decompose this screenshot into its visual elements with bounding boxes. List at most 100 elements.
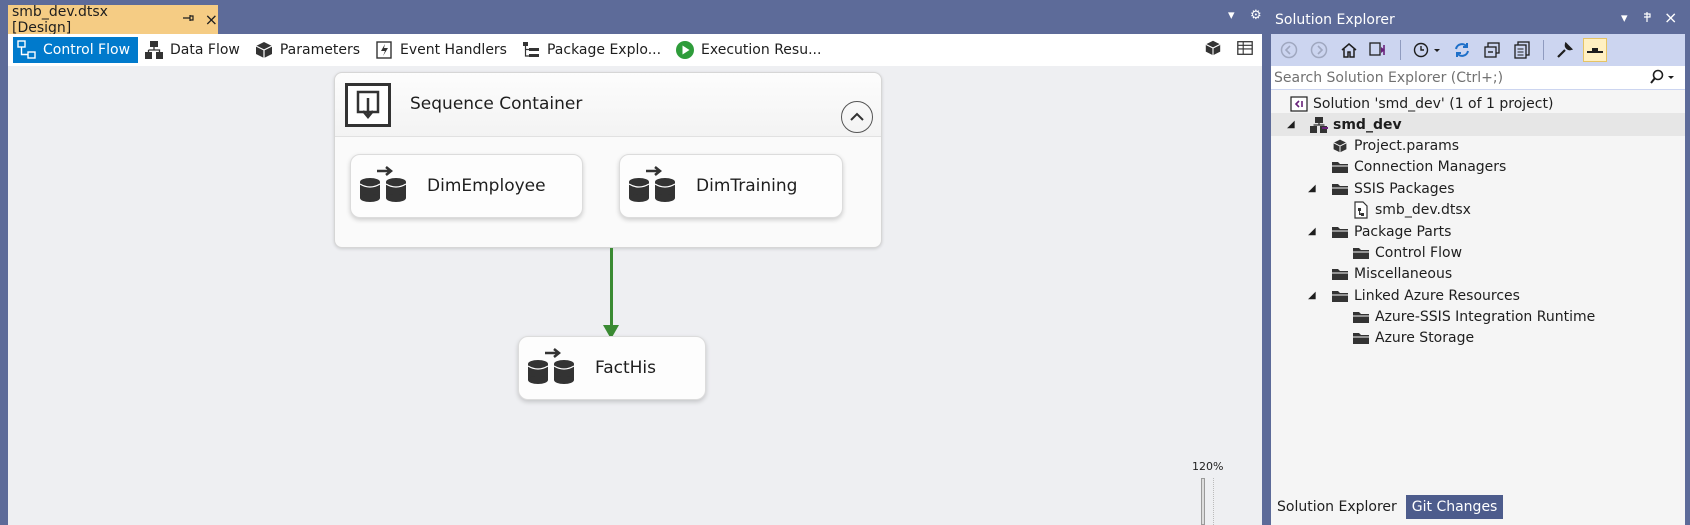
collapse-arrow-icon[interactable]: ◢	[1308, 226, 1316, 237]
preview-selected-items-icon[interactable]	[1583, 38, 1607, 62]
tree-node-package-file[interactable]: smb_dev.dtsx	[1351, 198, 1471, 221]
properties-wrench-icon[interactable]	[1553, 38, 1577, 62]
tab-solution-explorer[interactable]: Solution Explorer	[1271, 495, 1403, 519]
forward-icon[interactable]	[1307, 38, 1331, 62]
toolbar-separator	[1400, 40, 1401, 60]
tree-node-label: Azure Storage	[1375, 329, 1475, 346]
tree-node-label: Control Flow	[1375, 244, 1463, 261]
search-input[interactable]: Search Solution Explorer (Ctrl+;)	[1274, 70, 1503, 86]
solution-icon	[1289, 95, 1309, 113]
variables-icon[interactable]	[1204, 39, 1222, 61]
data-flow-task-icon	[527, 348, 579, 388]
tab-execution-results[interactable]: Execution Resu...	[671, 37, 829, 63]
task-dimemployee[interactable]: DimEmployee	[350, 154, 583, 218]
tab-git-changes[interactable]: Git Changes	[1405, 495, 1504, 519]
folder-icon	[1351, 244, 1371, 262]
tree-node-label: Linked Azure Resources	[1354, 287, 1520, 304]
tab-package-explorer-label: Package Explo...	[546, 42, 662, 58]
task-label: DimTraining	[696, 176, 798, 196]
collapse-arrow-icon[interactable]: ◢	[1308, 183, 1316, 194]
tab-data-flow[interactable]: Data Flow	[140, 37, 248, 63]
parameters-icon	[253, 39, 275, 61]
sequence-container-header: Sequence Container	[335, 73, 881, 137]
control-flow-icon	[16, 39, 38, 61]
tab-event-handlers-label: Event Handlers	[400, 42, 507, 58]
switch-views-icon[interactable]	[1367, 38, 1391, 62]
home-icon[interactable]	[1337, 38, 1361, 62]
pin-icon[interactable]	[1641, 11, 1653, 27]
tree-node-linked-azure-resources[interactable]: Linked Azure Resources	[1330, 284, 1520, 307]
tree-node-azure-ssis-ir[interactable]: Azure-SSIS Integration Runtime	[1351, 305, 1595, 328]
solution-explorer-panel: Solution Explorer ▾ × Search Solution Ex…	[1271, 6, 1685, 525]
tree-node-project[interactable]: smd_dev	[1309, 113, 1402, 136]
zoom-slider-ticks	[1213, 478, 1215, 525]
collapse-arrow-icon[interactable]: ◢	[1308, 290, 1316, 301]
zoom-slider[interactable]	[1201, 478, 1205, 525]
ssis-project-icon	[1309, 116, 1329, 134]
gear-icon[interactable]: ⚙	[1250, 8, 1262, 23]
tree-node-package-parts[interactable]: Package Parts	[1330, 220, 1451, 243]
solution-explorer-titlebar: Solution Explorer ▾ ×	[1271, 6, 1685, 34]
tree-node-project-params[interactable]: Project.params	[1330, 134, 1459, 157]
data-flow-task-icon	[359, 166, 411, 206]
chevron-up-icon	[850, 112, 864, 121]
parameters-icon	[1330, 137, 1350, 155]
toolbar-separator	[1543, 40, 1544, 60]
task-dimtraining[interactable]: DimTraining	[619, 154, 843, 218]
tree-node-label: Connection Managers	[1354, 158, 1507, 175]
folder-icon	[1330, 265, 1350, 283]
tree-node-ssis-packages[interactable]: SSIS Packages	[1330, 177, 1455, 200]
tree-node-label: Miscellaneous	[1354, 265, 1453, 282]
precedence-constraint[interactable]	[610, 248, 613, 328]
close-icon[interactable]: ×	[1664, 8, 1677, 27]
tab-parameters[interactable]: Parameters	[250, 37, 368, 63]
folder-icon	[1351, 308, 1371, 326]
task-facthis[interactable]: FactHis	[518, 336, 706, 400]
designer-tab-bar: Control Flow Data Flow Parameters Event …	[8, 34, 1262, 66]
solution-explorer-bottom-tabs: Solution Explorer Git Changes	[1271, 495, 1504, 519]
folder-icon	[1330, 287, 1350, 305]
tree-node-label: SSIS Packages	[1354, 180, 1455, 197]
data-flow-icon	[143, 39, 165, 61]
zoom-level: 120%	[1192, 460, 1224, 473]
folder-icon	[1351, 329, 1371, 347]
tab-control-flow[interactable]: Control Flow	[13, 37, 139, 63]
grid-options-icon[interactable]	[1236, 39, 1254, 61]
solution-tree: Solution 'smd_dev' (1 of 1 project) ◢ sm…	[1271, 90, 1685, 492]
tab-parameters-label: Parameters	[279, 42, 360, 58]
dropdown-icon[interactable]: ▾	[1621, 11, 1628, 26]
solution-explorer-search[interactable]: Search Solution Explorer (Ctrl+;)	[1271, 66, 1685, 90]
tree-node-connection-managers[interactable]: Connection Managers	[1330, 155, 1506, 178]
collapse-arrow-icon[interactable]: ◢	[1287, 119, 1295, 130]
event-handlers-icon	[373, 39, 395, 61]
back-icon[interactable]	[1277, 38, 1301, 62]
tree-node-label: Package Parts	[1354, 223, 1452, 240]
tab-event-handlers[interactable]: Event Handlers	[370, 37, 515, 63]
document-tab[interactable]: smb_dev.dtsx [Design] ×	[8, 4, 218, 36]
data-flow-task-icon	[628, 166, 680, 206]
tree-node-azure-storage[interactable]: Azure Storage	[1351, 326, 1474, 349]
tree-node-miscellaneous[interactable]: Miscellaneous	[1330, 262, 1452, 285]
sequence-container-title: Sequence Container	[410, 94, 583, 114]
task-label: FactHis	[595, 358, 657, 378]
tab-data-flow-label: Data Flow	[170, 42, 240, 58]
sync-icon[interactable]	[1450, 38, 1474, 62]
folder-icon	[1330, 158, 1350, 176]
search-icon[interactable]	[1649, 69, 1675, 89]
tree-node-solution[interactable]: Solution 'smd_dev' (1 of 1 project)	[1289, 92, 1553, 115]
execution-results-icon	[674, 39, 696, 61]
collapse-button[interactable]	[841, 101, 873, 133]
tree-node-label: smd_dev	[1333, 116, 1402, 133]
pending-changes-filter-icon[interactable]	[1410, 38, 1444, 62]
close-tab-button[interactable]: ×	[205, 10, 218, 29]
dropdown-icon[interactable]: ▾	[1228, 8, 1235, 23]
pin-icon[interactable]	[182, 12, 195, 28]
show-all-files-icon[interactable]	[1510, 38, 1534, 62]
designer-toolbar-right	[1204, 39, 1254, 61]
tab-execution-results-label: Execution Resu...	[701, 42, 822, 58]
tree-node-label: Project.params	[1354, 137, 1460, 154]
tree-node-control-flow[interactable]: Control Flow	[1351, 241, 1462, 264]
collapse-all-icon[interactable]	[1480, 38, 1504, 62]
solution-explorer-toolbar	[1271, 34, 1685, 66]
tab-package-explorer[interactable]: Package Explo...	[517, 37, 669, 63]
